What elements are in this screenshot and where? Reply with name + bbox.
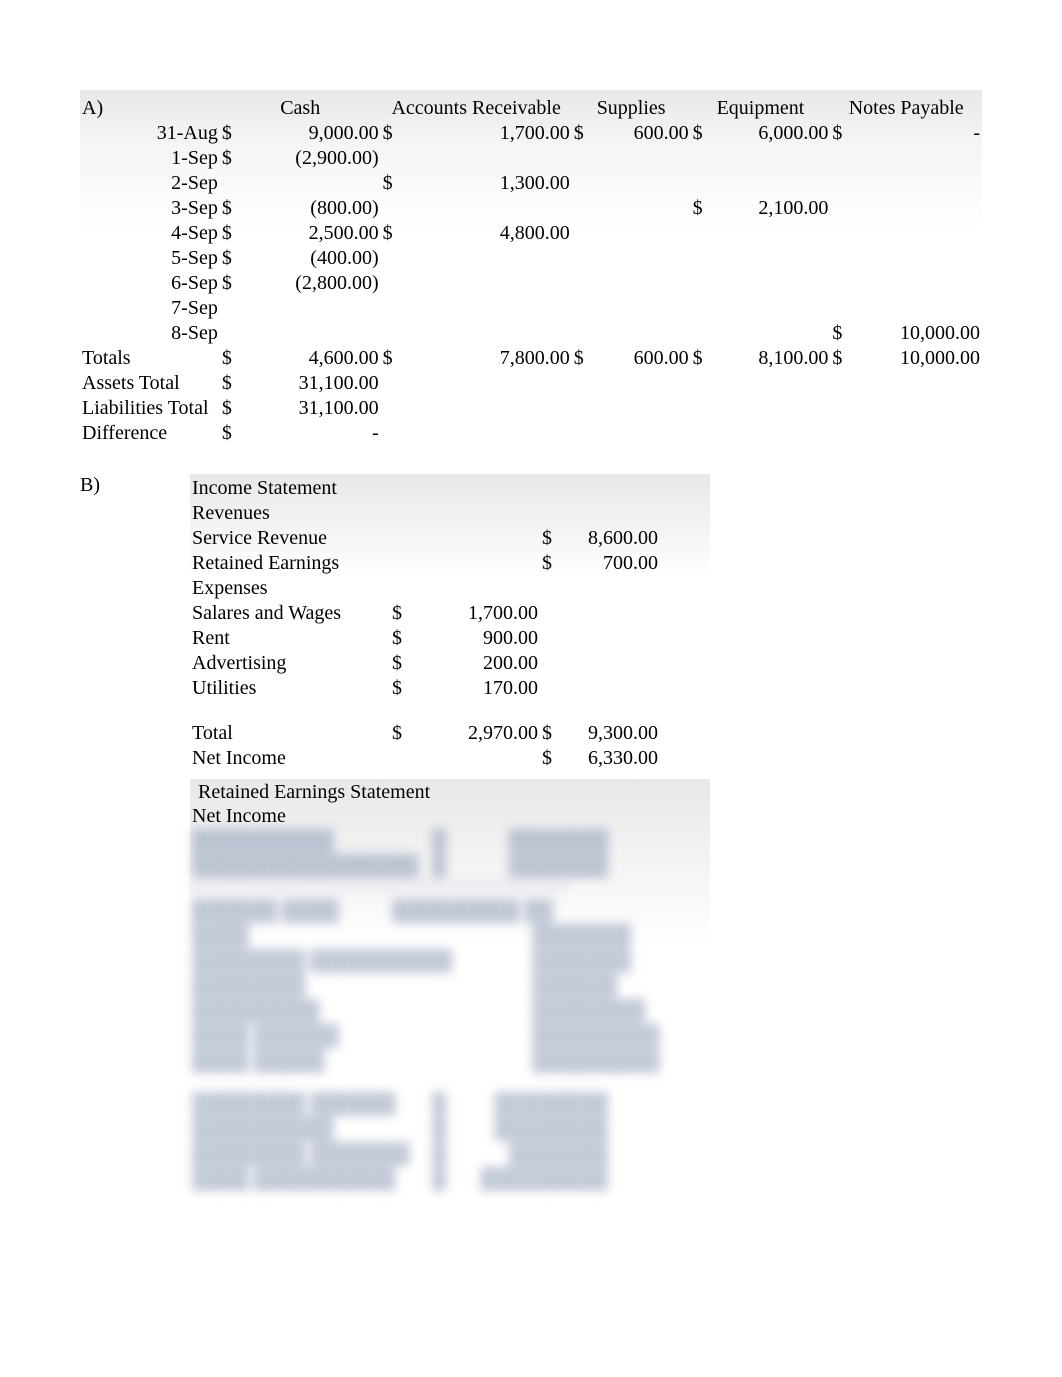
transactions-table: A) Cash Accounts Receivable Supplies Equ… xyxy=(80,96,982,446)
table-row: 4-Sep $ 2,500.00 $ 4,800.00 xyxy=(80,221,982,246)
income-statement-table: Income Statement Revenues Service Revenu… xyxy=(190,476,660,771)
net-income-row: Net Income $ 6,330.00 xyxy=(190,746,660,771)
assets-total-row: Assets Total $ 31,100.00 xyxy=(80,371,982,396)
expenses-label: Expenses xyxy=(190,576,390,601)
re-net-income-label: Net Income xyxy=(190,804,430,829)
total-row: Total $ 2,970.00 $ 9,300.00 xyxy=(190,721,660,746)
section-b: B) Income Statement Revenues xyxy=(80,474,982,1194)
difference-row: Difference $ - xyxy=(80,421,982,446)
table-row: 6-Sep $ (2,800.00) xyxy=(80,271,982,296)
expense-row: Salares and Wages $ 1,700.00 xyxy=(190,601,660,626)
table-row: 7-Sep xyxy=(80,296,982,321)
income-statement: Income Statement Revenues Service Revenu… xyxy=(190,474,710,773)
expense-row: Advertising $ 200.00 xyxy=(190,651,660,676)
blurred-content: ██████████████████ █████████████████████… xyxy=(190,829,710,1192)
table-row: 3-Sep $ (800.00) $ 2,100.00 xyxy=(80,196,982,221)
section-a: A) Cash Accounts Receivable Supplies Equ… xyxy=(80,90,982,446)
revenues-label: Revenues xyxy=(190,501,390,526)
col-header-ar: Accounts Receivable xyxy=(381,96,572,121)
expense-row: Rent $ 900.00 xyxy=(190,626,660,651)
service-revenue-label: Service Revenue xyxy=(190,526,390,551)
retained-earnings-statement: Retained Earnings Statement Net Income xyxy=(190,779,710,1194)
retained-earnings-statement-title: Retained Earnings Statement xyxy=(190,781,710,804)
col-header-cash: Cash xyxy=(220,96,381,121)
income-statement-title: Income Statement xyxy=(190,476,390,501)
retained-earnings-label: Retained Earnings xyxy=(190,551,390,576)
section-b-label: B) xyxy=(80,474,190,1194)
table-header-row: A) Cash Accounts Receivable Supplies Equ… xyxy=(80,96,982,121)
expense-row: Utilities $ 170.00 xyxy=(190,676,660,701)
table-row: 8-Sep $ 10,000.00 xyxy=(80,321,982,346)
table-row: 2-Sep $ 1,300.00 xyxy=(80,171,982,196)
table-row: 1-Sep $ (2,900.00) xyxy=(80,146,982,171)
table-row: 5-Sep $ (400.00) xyxy=(80,246,982,271)
table-row: 31-Aug $ 9,000.00 $ 1,700.00 $ 600.00 $ … xyxy=(80,121,982,146)
section-a-label: A) xyxy=(80,96,127,121)
col-header-equipment: Equipment xyxy=(691,96,831,121)
date-cell: 31-Aug xyxy=(127,121,220,146)
col-header-notes-payable: Notes Payable xyxy=(830,96,982,121)
totals-row: Totals $ 4,600.00 $ 7,800.00 $ 600.00 $ … xyxy=(80,346,982,371)
liabilities-total-row: Liabilities Total $ 31,100.00 xyxy=(80,396,982,421)
col-header-supplies: Supplies xyxy=(572,96,691,121)
